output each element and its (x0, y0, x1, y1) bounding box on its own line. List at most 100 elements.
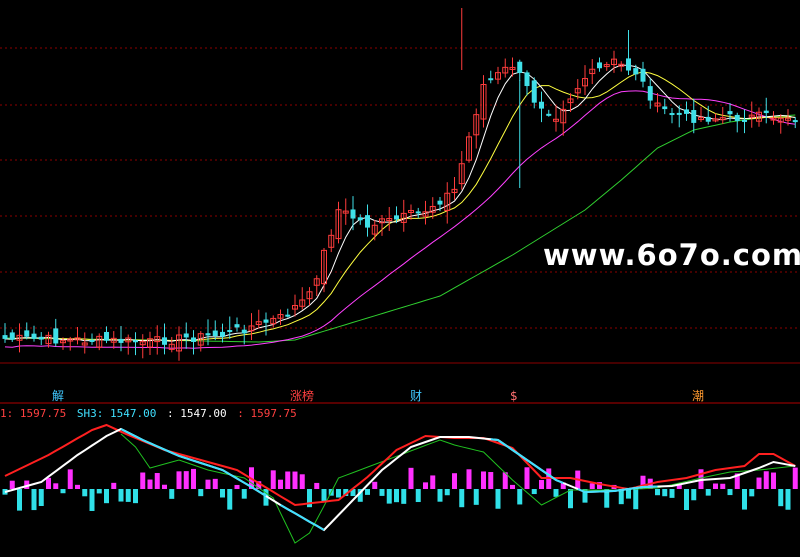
histogram-bar (618, 489, 624, 505)
histogram-bar (662, 489, 668, 497)
candle-body (241, 329, 247, 334)
marker-cai: 财 (410, 389, 423, 403)
marker-chao: 潮 (692, 389, 705, 403)
histogram-bar (379, 489, 385, 496)
histogram-bar (531, 489, 537, 495)
marker-dollar: $ (510, 389, 518, 403)
histogram-bar (183, 471, 189, 489)
histogram-bar (169, 489, 175, 499)
histogram-bar (423, 482, 428, 489)
histogram-bar (778, 489, 784, 507)
histogram-bar (481, 471, 486, 489)
candle-body (53, 328, 59, 344)
candle-body (263, 319, 269, 323)
candle-body (220, 331, 225, 337)
histogram-bar (147, 479, 153, 489)
histogram-bar (292, 471, 298, 489)
histogram-bar (430, 475, 436, 489)
candle-body (285, 314, 291, 317)
histogram-bar (205, 479, 211, 489)
candle-body (183, 333, 189, 338)
histogram-bar (104, 489, 109, 504)
histogram-bar (495, 489, 501, 509)
candle-body (89, 339, 95, 342)
indicator-label-3: : 1547.00 (166, 407, 227, 420)
indicator-labels: 1: 1597.75 SH3: 1547.00 : 1547.00 : 1597… (0, 407, 301, 420)
histogram-bar (336, 489, 341, 498)
stock-chart (0, 0, 800, 557)
candle-body (162, 337, 167, 345)
candle-body (531, 80, 537, 103)
histogram-bar (452, 473, 457, 489)
histogram-bar (742, 489, 747, 510)
histogram-bar (510, 484, 515, 489)
candle-body (234, 324, 240, 328)
histogram-bar (234, 484, 240, 489)
histogram-bar (176, 471, 182, 489)
histogram-bar (53, 483, 59, 489)
histogram-bar (96, 489, 102, 494)
candle-body (539, 101, 544, 109)
candle-body (691, 110, 697, 123)
histogram-bar (655, 489, 660, 496)
histogram-bar (473, 489, 479, 505)
histogram-bar (191, 468, 196, 489)
histogram-bar (524, 467, 530, 489)
histogram-bar (720, 483, 726, 489)
candle-body (104, 331, 109, 341)
histogram-bar (589, 483, 595, 489)
histogram-bar (299, 474, 305, 489)
marker-zhangbang: 涨榜 (290, 389, 315, 403)
candle-body (350, 209, 356, 219)
candle-body (676, 112, 682, 115)
candle-body (662, 106, 668, 110)
indicator-label-1: 1: 1597.75 (0, 407, 67, 420)
histogram-bar (241, 489, 247, 499)
histogram-bar (415, 489, 421, 503)
histogram-bar (31, 489, 37, 511)
histogram-bar (792, 467, 798, 489)
histogram-bar (626, 489, 631, 499)
candle-body (2, 335, 8, 339)
candle-body (792, 120, 798, 123)
histogram-bar (111, 482, 117, 489)
histogram-bar (444, 489, 450, 496)
histogram-bar (270, 470, 276, 489)
candle-body (524, 72, 530, 87)
histogram-bar (691, 489, 697, 501)
histogram-bar (437, 489, 443, 502)
histogram-bar (459, 489, 465, 508)
histogram-bar (633, 489, 639, 510)
candle-body (415, 211, 421, 214)
histogram-bar (198, 489, 204, 497)
candle-body (38, 336, 44, 340)
candle-body (517, 61, 523, 73)
candle-body (546, 113, 552, 116)
histogram-bar (684, 489, 689, 511)
histogram-bar (46, 477, 51, 489)
histogram-bar (466, 469, 472, 489)
histogram-bar (771, 472, 776, 489)
histogram-bar (749, 489, 755, 497)
histogram-bar (763, 471, 769, 489)
histogram-bar (220, 489, 225, 498)
candle-body (133, 340, 138, 343)
histogram-bar (75, 484, 80, 489)
histogram-bar (125, 489, 131, 502)
candle-body (191, 337, 196, 342)
candle-body (205, 333, 211, 336)
candle-body (633, 68, 639, 75)
histogram-bar (60, 489, 66, 494)
histogram-bar (539, 479, 544, 489)
histogram-bar (278, 479, 283, 489)
candle-body (727, 111, 733, 115)
indicator-label-sh3: SH3: 1547.00 (76, 407, 157, 420)
histogram-bar (140, 472, 146, 489)
histogram-bar (38, 489, 44, 507)
histogram-bar (17, 489, 22, 511)
histogram-bar (9, 480, 15, 489)
candle-body (394, 215, 399, 220)
marker-jie: 解 (52, 389, 65, 403)
histogram-bar (517, 489, 523, 505)
candle-body (9, 332, 15, 340)
